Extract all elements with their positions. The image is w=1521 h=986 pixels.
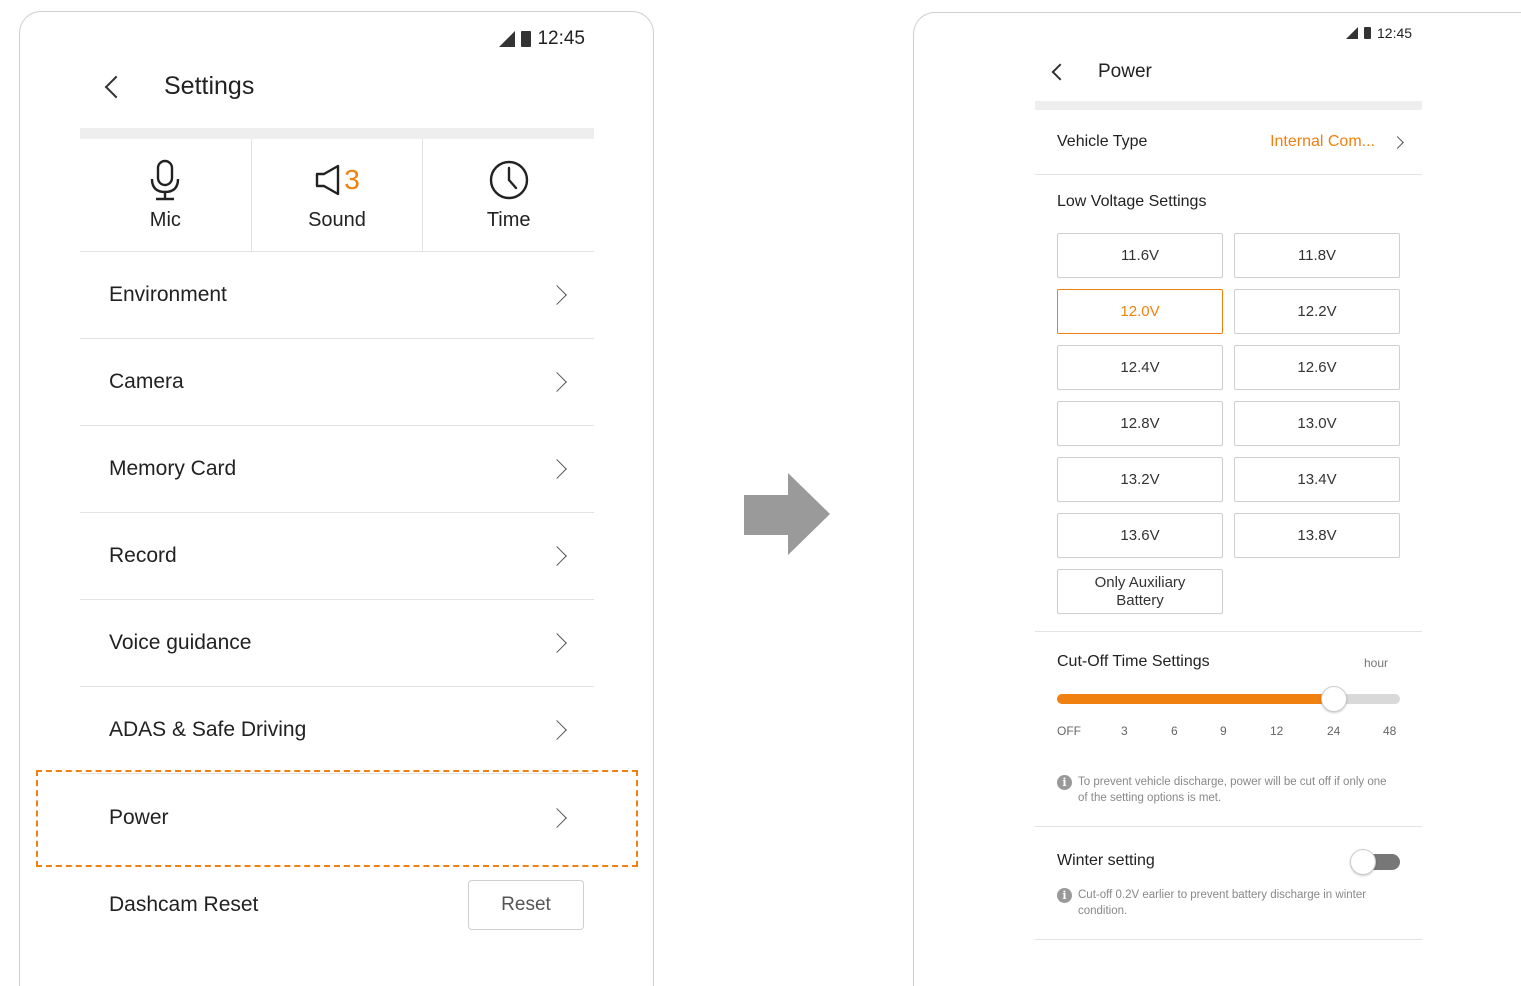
dashcam-reset-row: Dashcam Reset Reset: [80, 861, 594, 948]
clock-icon: [489, 160, 528, 199]
page-title: Settings: [164, 72, 255, 100]
menu-item-memory-card[interactable]: Memory Card: [80, 426, 594, 513]
menu-item-camera[interactable]: Camera: [80, 339, 594, 426]
voltage-option[interactable]: 13.8V: [1234, 513, 1400, 558]
power-highlight-outline: [36, 770, 638, 867]
chevron-right-icon: [547, 633, 567, 653]
menu-item-label: Memory Card: [109, 457, 237, 480]
menu-item-label: Environment: [109, 283, 227, 306]
section-divider: [1035, 631, 1422, 632]
quick-label: Time: [486, 208, 531, 231]
toggle-knob: [1350, 849, 1376, 875]
quick-sound[interactable]: 3 Sound: [252, 139, 424, 251]
status-bar: 12:45: [499, 28, 585, 50]
voltage-option[interactable]: 12.4V: [1057, 345, 1223, 390]
voltage-option[interactable]: 11.8V: [1234, 233, 1400, 278]
sound-level: 3: [344, 163, 360, 195]
winter-note: i Cut-off 0.2V earlier to prevent batter…: [1057, 887, 1397, 919]
cutoff-ticks: OFF 3 6 9 12 24 48: [1057, 724, 1400, 740]
quick-label: Mic: [149, 208, 181, 231]
low-voltage-title: Low Voltage Settings: [1057, 193, 1207, 210]
cutoff-unit: hour: [1364, 656, 1389, 670]
signal-icon: [1346, 27, 1358, 39]
voltage-option[interactable]: 11.6V: [1057, 233, 1223, 278]
voltage-option[interactable]: 13.2V: [1057, 457, 1223, 502]
settings-header: Settings: [104, 72, 255, 101]
vehicle-type-value-group: Internal Com...: [1270, 133, 1404, 151]
quick-label: Sound: [308, 208, 366, 231]
header-divider: [1035, 101, 1422, 110]
voltage-option[interactable]: 12.6V: [1234, 345, 1400, 390]
tick-label: 12: [1270, 724, 1284, 738]
tick-label: 24: [1327, 724, 1341, 738]
tick-label: 9: [1220, 724, 1227, 738]
menu-item-adas[interactable]: ADAS & Safe Driving: [80, 687, 594, 774]
voltage-option-aux-battery[interactable]: Only Auxiliary Battery: [1057, 569, 1223, 614]
page-title: Power: [1098, 61, 1152, 82]
voltage-options: 11.6V 11.8V 12.0V 12.2V 12.4V 12.6V 12.8…: [1057, 233, 1400, 614]
info-icon: i: [1057, 775, 1072, 790]
status-bar: 12:45: [1346, 25, 1412, 41]
slider-fill: [1057, 694, 1334, 704]
stage: 12:45 Settings Mic 3 Sound Time Environm…: [0, 0, 1521, 986]
chevron-right-icon: [547, 285, 567, 305]
chevron-right-icon: [547, 459, 567, 479]
menu-item-voice-guidance[interactable]: Voice guidance: [80, 600, 594, 687]
power-screen: 12:45 Power Vehicle Type Internal Com...…: [913, 12, 1521, 986]
chevron-right-icon: [547, 546, 567, 566]
chevron-right-icon: [547, 720, 567, 740]
back-icon[interactable]: [1051, 63, 1069, 81]
chevron-right-icon: [547, 372, 567, 392]
cutoff-title: Cut-Off Time Settings: [1057, 653, 1210, 670]
slider-handle[interactable]: [1320, 686, 1347, 712]
vehicle-type-value: Internal Com...: [1270, 133, 1375, 150]
info-icon: i: [1057, 888, 1072, 903]
tick-label: 48: [1383, 724, 1397, 738]
voltage-option[interactable]: 13.6V: [1057, 513, 1223, 558]
signal-icon: [499, 31, 516, 47]
quick-mic[interactable]: Mic: [80, 139, 252, 251]
header-divider: [80, 128, 594, 139]
tick-label: 6: [1171, 724, 1178, 738]
menu-item-record[interactable]: Record: [80, 513, 594, 600]
winter-setting-title: Winter setting: [1057, 852, 1155, 869]
reset-button[interactable]: Reset: [468, 879, 584, 930]
menu-item-label: Record: [109, 544, 177, 567]
arrow-right-icon: [744, 473, 830, 555]
voltage-option-selected[interactable]: 12.0V: [1057, 289, 1223, 334]
menu-item-environment[interactable]: Environment: [80, 252, 594, 339]
quick-settings: Mic 3 Sound Time: [80, 139, 594, 252]
menu-item-label: Camera: [109, 370, 184, 393]
mic-icon: [151, 159, 180, 200]
tick-label: OFF: [1057, 724, 1081, 738]
voltage-option[interactable]: 12.2V: [1234, 289, 1400, 334]
speaker-icon: [316, 164, 340, 195]
voltage-option[interactable]: 12.8V: [1057, 401, 1223, 446]
vehicle-type-label: Vehicle Type: [1057, 133, 1148, 150]
section-divider: [1035, 939, 1422, 940]
winter-note-text: Cut-off 0.2V earlier to prevent battery …: [1078, 889, 1367, 918]
quick-time[interactable]: Time: [423, 139, 594, 251]
power-header: Power: [1051, 61, 1152, 83]
menu-item-label: ADAS & Safe Driving: [109, 718, 307, 741]
cutoff-slider[interactable]: [1057, 686, 1400, 712]
vehicle-type-row[interactable]: Vehicle Type Internal Com...: [1035, 110, 1422, 175]
battery-icon: [1364, 27, 1371, 39]
cutoff-note: i To prevent vehicle discharge, power wi…: [1057, 774, 1397, 806]
voltage-option[interactable]: 13.4V: [1234, 457, 1400, 502]
winter-setting-toggle[interactable]: [1350, 849, 1400, 875]
battery-icon: [521, 31, 532, 47]
status-time: 12:45: [1377, 25, 1413, 41]
dashcam-reset-label: Dashcam Reset: [109, 892, 259, 916]
tick-label: 3: [1121, 724, 1128, 738]
cutoff-note-text: To prevent vehicle discharge, power will…: [1078, 776, 1387, 805]
status-time: 12:45: [537, 28, 585, 49]
section-divider: [1035, 826, 1422, 827]
voltage-option[interactable]: 13.0V: [1234, 401, 1400, 446]
chevron-right-icon: [1391, 135, 1404, 149]
menu-item-label: Voice guidance: [109, 631, 252, 654]
back-icon[interactable]: [104, 75, 128, 98]
